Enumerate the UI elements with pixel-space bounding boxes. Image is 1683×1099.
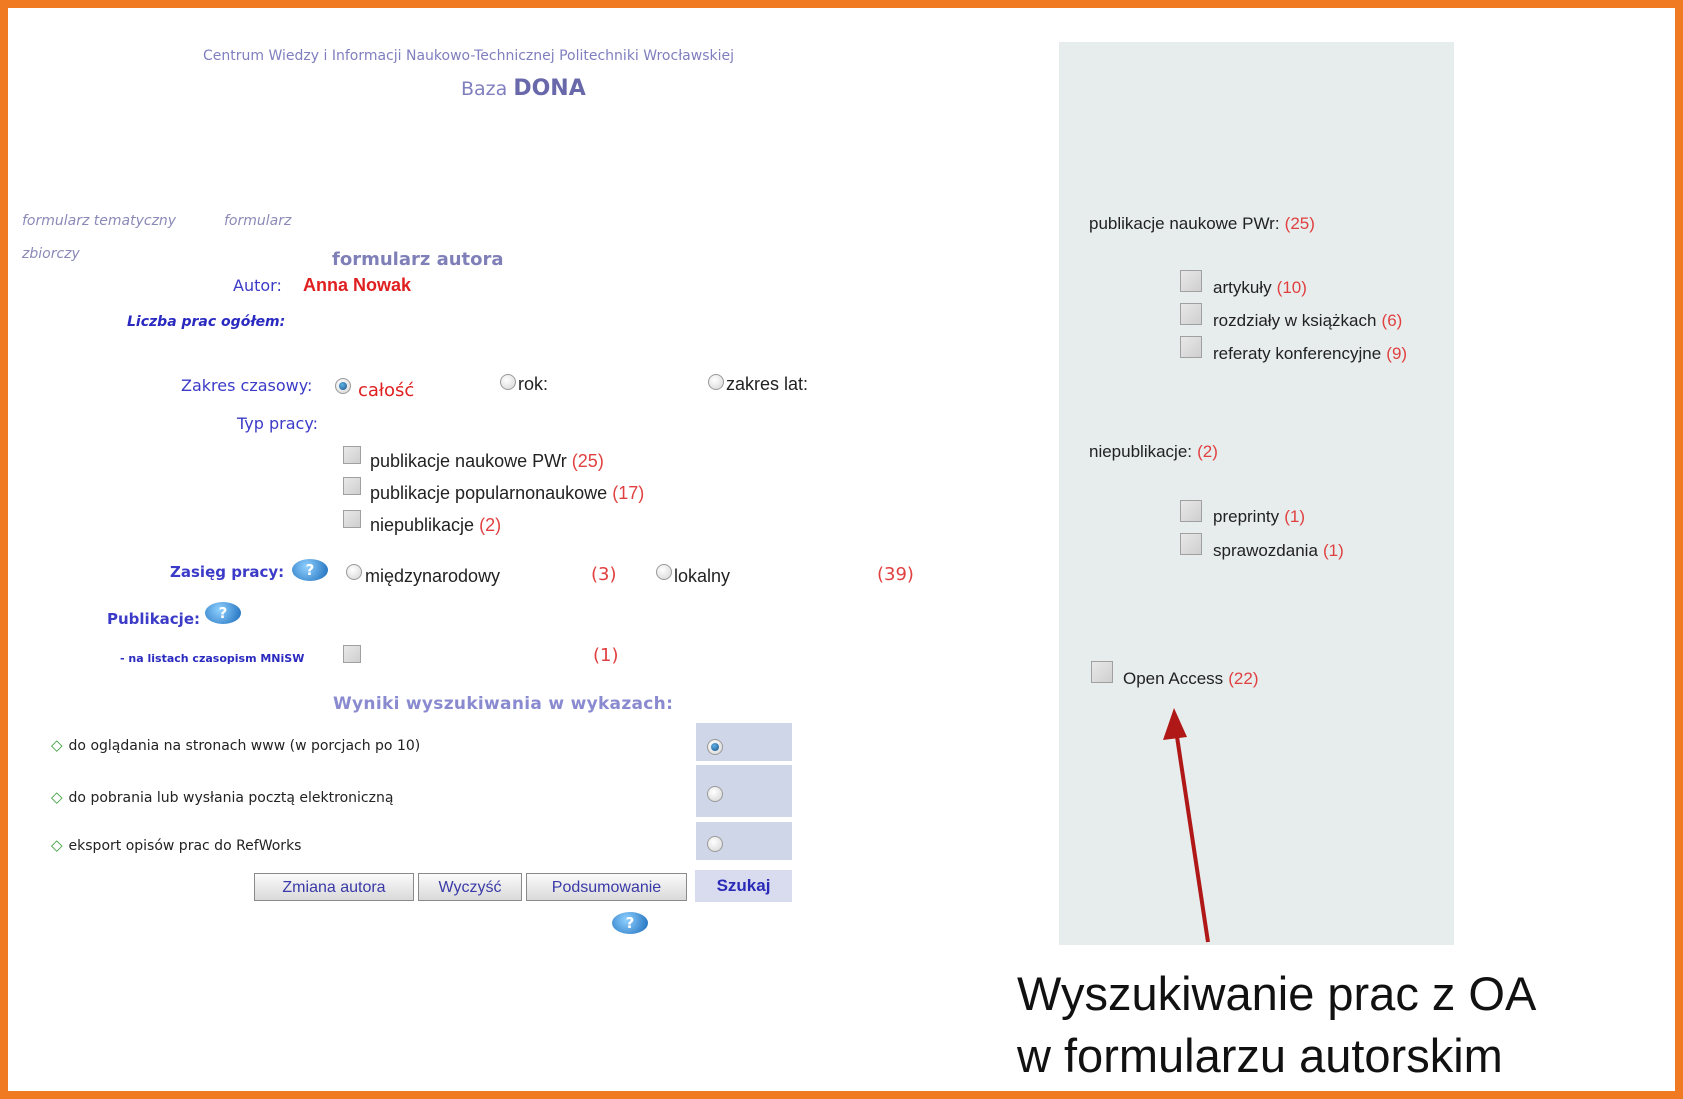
panel-item-preprinty: preprinty (1) xyxy=(1213,507,1305,527)
count-miedzynarodowy: (3) xyxy=(591,564,617,585)
radio-miedzynarodowy-label: międzynarodowy xyxy=(365,566,501,586)
mnisw-count: (1) xyxy=(593,645,619,666)
panel-item-sprawozdania: sprawozdania (1) xyxy=(1213,541,1344,561)
panel-artykuly-count: (10) xyxy=(1276,278,1307,297)
panel-naukowe-label: publikacje naukowe PWr: xyxy=(1089,214,1280,233)
type-item-label: publikacje naukowe PWr (25) xyxy=(370,451,604,472)
checkbox-publikacje-naukowe[interactable] xyxy=(343,446,361,464)
radio-rok-label: rok: xyxy=(518,374,549,394)
panel-item-referaty: referaty konferencyjne (9) xyxy=(1213,344,1407,364)
type-naukowe-count: (25) xyxy=(571,451,604,471)
database-title: Baza DONA xyxy=(461,76,586,101)
result-option-www: ◇ do oglądania na stronach www (w porcjac… xyxy=(51,736,420,754)
panel-item-rozdzialy: rozdziały w książkach (6) xyxy=(1213,311,1402,331)
type-popularnonaukowe-count: (17) xyxy=(612,483,645,503)
search-button[interactable]: Szukaj xyxy=(695,870,792,902)
mnisw-label: - na listach czasopism MNiSW xyxy=(120,652,305,665)
radio-result-www[interactable] xyxy=(707,739,723,755)
type-item-label: publikacje popularnonaukowe (17) xyxy=(370,483,644,504)
result-option-email-label: do pobrania lub wysłania pocztą elektron… xyxy=(68,790,394,806)
panel-open-access-label: Open Access xyxy=(1123,669,1224,688)
panel-sprawozdania-label: sprawozdania xyxy=(1213,541,1318,560)
radio-calosc[interactable] xyxy=(335,378,351,394)
caption-line1: Wyszukiwanie prac z OA xyxy=(1017,967,1537,1020)
caption-line2: w formularzu autorskim xyxy=(1017,1029,1503,1082)
publications-label: Publikacje: xyxy=(107,610,200,628)
result-option-refworks: ◇ eksport opisów prac do RefWorks xyxy=(51,836,301,854)
checkbox-preprinty[interactable] xyxy=(1180,500,1202,522)
scope-label: Zasięg pracy: xyxy=(170,563,285,581)
nav-formularz-tematyczny[interactable]: formularz tematyczny xyxy=(22,213,176,229)
panel-niepublikacje-count: (2) xyxy=(1197,442,1218,461)
panel-rozdzialy-count: (6) xyxy=(1381,311,1403,330)
checkbox-rozdzialy[interactable] xyxy=(1180,303,1202,325)
question-mark-icon[interactable]: ? xyxy=(205,602,241,624)
results-section-title: Wyniki wyszukiwania w wykazach: xyxy=(333,694,674,714)
panel-artykuly-label: artykuły xyxy=(1213,278,1272,297)
author-label: Autor: xyxy=(233,276,282,295)
panel-naukowe-heading: publikacje naukowe PWr: (25) xyxy=(1089,214,1315,234)
type-item-label: niepublikacje (2) xyxy=(370,515,501,536)
checkbox-sprawozdania[interactable] xyxy=(1180,533,1202,555)
radio-lokalny[interactable] xyxy=(656,564,672,580)
panel-niepublikacje-heading: niepublikacje: (2) xyxy=(1089,442,1218,462)
checkbox-mnisw[interactable] xyxy=(343,645,361,663)
result-option-email: ◇ do pobrania lub wysłania pocztą elektro… xyxy=(51,788,393,806)
panel-sprawozdania-count: (1) xyxy=(1323,541,1344,560)
panel-preprinty-count: (1) xyxy=(1284,507,1306,526)
panel-open-access-count: (22) xyxy=(1228,669,1259,688)
radio-calosc-label: całość xyxy=(358,380,415,401)
form-title: formularz autora xyxy=(332,249,504,270)
checkbox-open-access[interactable] xyxy=(1091,661,1113,683)
author-name: Anna Nowak xyxy=(303,275,412,295)
summary-button[interactable]: Podsumowanie xyxy=(526,873,687,901)
diamond-bullet-icon: ◇ xyxy=(51,836,63,854)
panel-preprinty-label: preprinty xyxy=(1213,507,1280,526)
checkbox-publikacje-popularnonaukowe[interactable] xyxy=(343,477,361,495)
nav-formularz-zbiorczy-part1[interactable]: formularz xyxy=(224,213,291,229)
change-author-button[interactable]: Zmiana autora xyxy=(254,873,414,901)
radio-lokalny-label: lokalny xyxy=(674,566,731,586)
total-works-label: Liczba prac ogółem: xyxy=(127,314,286,330)
radio-rok[interactable] xyxy=(500,374,516,390)
type-niepublikacje-label: niepublikacje xyxy=(370,515,475,535)
question-mark-icon[interactable]: ? xyxy=(612,912,648,934)
institution-name: Centrum Wiedzy i Informacji Naukowo-Tech… xyxy=(203,48,734,64)
radio-zakres-lat[interactable] xyxy=(708,374,724,390)
panel-rozdzialy-label: rozdziały w książkach xyxy=(1213,311,1377,330)
annotation-arrow xyxy=(1163,708,1210,943)
result-option-www-label: do oglądania na stronach www (w porcjach… xyxy=(68,738,421,754)
type-popularnonaukowe-label: publikacje popularnonaukowe xyxy=(370,483,608,503)
panel-naukowe-count: (25) xyxy=(1284,214,1315,233)
radio-result-email[interactable] xyxy=(707,786,723,802)
panel-referaty-count: (9) xyxy=(1386,344,1408,363)
checkbox-niepublikacje[interactable] xyxy=(343,510,361,528)
panel-referaty-label: referaty konferencyjne xyxy=(1213,344,1382,363)
diamond-bullet-icon: ◇ xyxy=(51,788,63,806)
radio-zakres-lat-label: zakres lat: xyxy=(726,374,809,394)
database-name: DONA xyxy=(513,76,586,101)
panel-item-artykuly: artykuły (10) xyxy=(1213,278,1307,298)
work-type-label: Typ pracy: xyxy=(237,414,319,433)
radio-result-refworks[interactable] xyxy=(707,836,723,852)
database-prefix: Baza xyxy=(461,78,508,100)
type-naukowe-label: publikacje naukowe PWr xyxy=(370,451,567,471)
count-lokalny: (39) xyxy=(877,564,914,585)
type-niepublikacje-count: (2) xyxy=(479,515,502,535)
radio-miedzynarodowy[interactable] xyxy=(346,564,362,580)
result-option-refworks-label: eksport opisów prac do RefWorks xyxy=(68,838,302,854)
checkbox-artykuly[interactable] xyxy=(1180,270,1202,292)
nav-formularz-zbiorczy-part2[interactable]: zbiorczy xyxy=(22,246,80,262)
diamond-bullet-icon: ◇ xyxy=(51,736,63,754)
question-mark-icon[interactable]: ? xyxy=(292,559,328,581)
panel-item-open-access: Open Access (22) xyxy=(1123,669,1259,689)
clear-button[interactable]: Wyczyść xyxy=(418,873,522,901)
checkbox-referaty[interactable] xyxy=(1180,336,1202,358)
time-range-label: Zakres czasowy: xyxy=(181,376,313,395)
panel-niepublikacje-label: niepublikacje: xyxy=(1089,442,1193,461)
filter-panel xyxy=(1059,42,1454,945)
